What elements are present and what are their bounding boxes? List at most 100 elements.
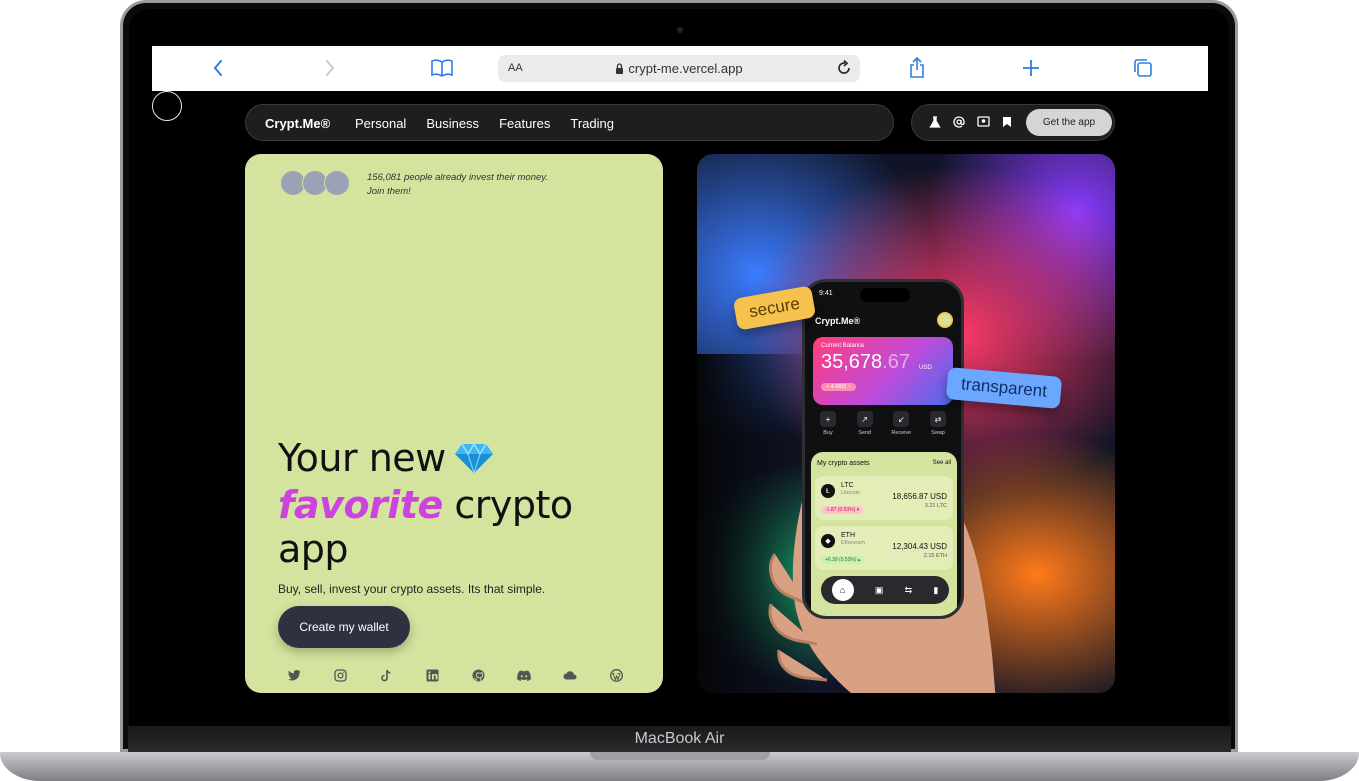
linkedin-icon[interactable] <box>425 668 439 682</box>
receive-label: Receive <box>891 430 912 436</box>
asset-symbol: ETH <box>841 532 855 539</box>
book-icon <box>431 59 453 77</box>
laptop-notch <box>590 752 770 760</box>
headline-part3: app <box>278 526 349 571</box>
swap-action: ⇄ Swap <box>923 411 953 436</box>
lock-icon <box>616 63 624 74</box>
new-tab-button[interactable] <box>1020 56 1042 80</box>
reload-icon <box>838 59 850 74</box>
chevron-left-icon <box>213 60 222 76</box>
bookmarks-button[interactable] <box>430 56 454 80</box>
get-app-button[interactable]: Get the app <box>1026 109 1112 136</box>
tabs-button[interactable] <box>1132 56 1154 80</box>
hero-subtitle: Buy, sell, invest your crypto assets. It… <box>278 582 546 596</box>
hero-panel-left: 156,081 people already invest their mone… <box>245 154 663 693</box>
ethereum-icon: ◆ <box>821 534 835 548</box>
bookmark-icon[interactable] <box>1000 115 1014 129</box>
brand-logo[interactable]: Crypt.Me® <box>265 116 330 131</box>
phone-brand: Crypt.Me® <box>815 316 861 326</box>
swap-label: Swap <box>931 430 945 436</box>
instagram-icon[interactable] <box>333 668 347 682</box>
nav-link-features[interactable]: Features <box>499 116 550 131</box>
buy-action: + Buy <box>813 411 843 436</box>
social-links <box>287 668 623 682</box>
create-wallet-button[interactable]: Create my wallet <box>278 606 410 648</box>
asset-value: 12,304.43 USD <box>892 542 947 551</box>
social-proof-line2: Join them! <box>367 186 411 197</box>
asset-row: Ł LTC Litecoin 18,656.87 USD 3.21 LTC -1… <box>815 476 953 520</box>
nav-link-business[interactable]: Business <box>426 116 479 131</box>
wordpress-icon[interactable] <box>609 668 623 682</box>
phone-avatar <box>937 312 953 328</box>
reload-button[interactable] <box>836 59 852 82</box>
asset-qty: 2.15 ETH <box>923 553 947 559</box>
stage: AA crypt-me.vercel.app Crypt.Me® Persona… <box>0 0 1359 781</box>
nav-link-trading[interactable]: Trading <box>570 116 614 131</box>
headline-part1: Your new <box>278 436 446 480</box>
wallet-icon: ▣ <box>874 584 884 595</box>
nav-link-personal[interactable]: Personal <box>355 116 406 131</box>
back-button[interactable] <box>208 56 228 80</box>
home-icon: ⌂ <box>831 579 854 601</box>
chevron-right-icon <box>326 60 335 76</box>
flask-icon[interactable] <box>928 115 942 129</box>
phone-actions: + Buy ↗ Send ↙ Receive ⇄ Swap <box>813 411 953 436</box>
main-nav: Crypt.Me® Personal Business Features Tra… <box>245 104 894 141</box>
github-icon[interactable] <box>471 668 485 682</box>
asset-change: -1.87 (0.53%) ▾ <box>821 506 864 514</box>
laptop-base: MacBook Air <box>0 726 1359 781</box>
tiktok-icon[interactable] <box>379 668 393 682</box>
twitter-icon[interactable] <box>287 668 301 682</box>
tabs-overview-icon <box>1134 59 1152 77</box>
avatar-group <box>280 170 350 196</box>
assets-see-all: See all <box>932 460 951 466</box>
nav-actions: Get the app <box>911 104 1115 141</box>
assets-title: My crypto assets <box>817 460 870 467</box>
balance-amount: 35,678.67 <box>821 351 910 374</box>
phone-tabbar: ⌂ ▣ ⇆ ▮ <box>821 576 949 604</box>
phone-time: 9:41 <box>819 290 833 297</box>
asset-symbol: LTC <box>841 482 854 489</box>
asset-change: +6.39 (0.53%) ▴ <box>821 556 865 564</box>
image-icon[interactable] <box>976 115 990 129</box>
discord-icon[interactable] <box>517 668 531 682</box>
nav-links: Personal Business Features Trading <box>355 116 614 131</box>
receive-action: ↙ Receive <box>886 411 916 436</box>
asset-name: Litecoin <box>841 490 860 496</box>
hero-panel-right: 9:41 Crypt.Me® Current Balance 35,678.67… <box>697 154 1115 693</box>
headline-highlight: favorite <box>278 482 443 527</box>
at-sign-icon[interactable] <box>952 115 966 129</box>
buy-label: Buy <box>823 430 833 436</box>
plus-icon: + <box>820 411 836 427</box>
asset-value: 18,656.87 USD <box>892 492 947 501</box>
headline-part2: crypto <box>454 482 573 527</box>
balance-card: Current Balance 35,678.67 USD + 4.68(2 ↑ <box>813 337 953 405</box>
dynamic-island <box>860 288 910 302</box>
forward-button[interactable] <box>320 56 340 80</box>
chart-icon: ▮ <box>933 584 939 595</box>
balance-whole: 35,678 <box>821 351 883 373</box>
social-proof-line1: 156,081 people already invest their mone… <box>367 172 548 183</box>
phone-mockup: 9:41 Crypt.Me® Current Balance 35,678.67… <box>802 279 964 619</box>
balance-cents: .67 <box>882 351 910 373</box>
plus-icon <box>1023 60 1039 76</box>
cloud-icon[interactable] <box>563 668 577 682</box>
swap-icon: ⇄ <box>929 411 946 427</box>
asset-row: ◆ ETH Ethereum 12,304.43 USD 2.15 ETH +6… <box>815 526 953 570</box>
send-action: ↗ Send <box>850 411 880 436</box>
asset-name: Ethereum <box>841 540 865 546</box>
balance-change: + 4.68(2 ↑ <box>821 383 856 391</box>
cursor-circle[interactable] <box>152 91 182 121</box>
social-proof: 156,081 people already invest their mone… <box>367 171 567 199</box>
avatar <box>324 170 350 196</box>
browser-toolbar: AA crypt-me.vercel.app <box>152 46 1208 91</box>
share-button[interactable] <box>906 56 928 80</box>
balance-currency: USD <box>919 365 932 371</box>
diamond-icon <box>454 439 494 483</box>
address-bar[interactable]: AA crypt-me.vercel.app <box>498 55 860 82</box>
exchange-icon: ⇆ <box>904 584 913 595</box>
share-icon <box>910 57 924 78</box>
headline: Your new favorite crypto app <box>278 436 638 571</box>
web-page: Crypt.Me® Personal Business Features Tra… <box>152 91 1208 726</box>
asset-qty: 3.21 LTC <box>924 503 947 509</box>
